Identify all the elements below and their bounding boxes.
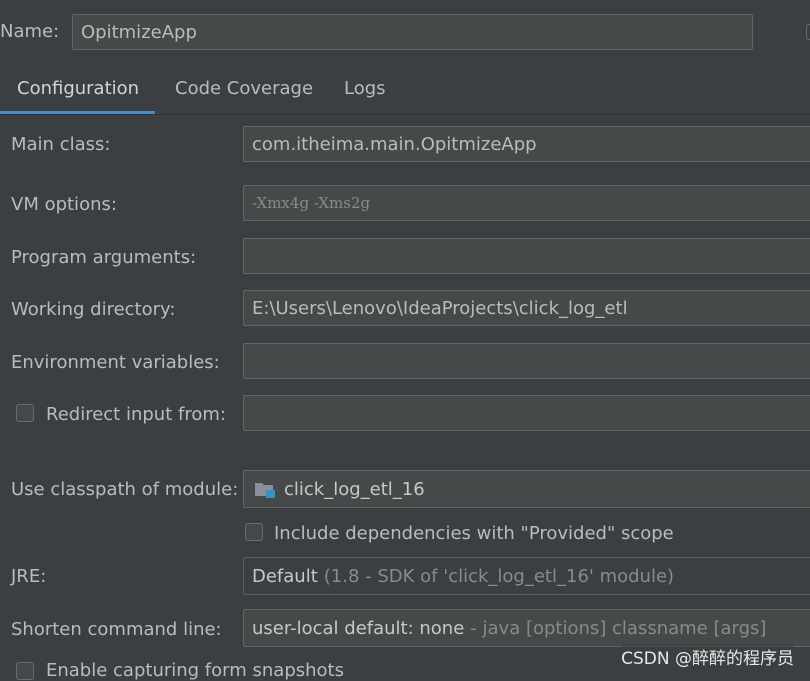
share-checkbox[interactable] [806,24,810,40]
main-class-label: Main class: [11,134,111,155]
main-class-input[interactable]: com.itheima.main.OpitmizeApp [243,126,810,162]
tabs-divider [0,114,810,115]
csdn-watermark: CSDN @醉醉的程序员 [621,644,794,669]
shorten-command-line-select[interactable]: user-local default: none - java [options… [243,609,810,647]
tab-code-coverage-label: Code Coverage [175,78,314,99]
name-input-value: OpitmizeApp [81,21,197,43]
module-folder-icon [254,479,276,499]
program-arguments-input[interactable] [243,238,810,274]
include-provided-label: Include dependencies with "Provided" sco… [274,523,674,544]
vm-options-label: VM options: [11,194,117,215]
redirect-input-label: Redirect input from: [46,404,226,425]
tab-code-coverage[interactable]: Code Coverage [175,78,313,114]
vm-options-value: -Xmx4g -Xms2g [252,194,371,212]
jre-label: JRE: [11,566,47,587]
environment-variables-input[interactable] [243,343,810,379]
enable-capturing-checkbox[interactable] [16,662,34,680]
shorten-command-line-hint: - java [options] classname [args] [470,617,767,639]
main-class-value: com.itheima.main.OpitmizeApp [252,133,537,155]
jre-select[interactable]: Default (1.8 - SDK of 'click_log_etl_16'… [243,557,810,595]
redirect-input-checkbox[interactable] [16,404,34,422]
shorten-command-line-label: Shorten command line: [11,619,222,640]
classpath-module-select[interactable]: click_log_etl_16 [243,470,810,508]
jre-hint: (1.8 - SDK of 'click_log_etl_16' module) [323,565,675,587]
working-directory-value: E:\Users\Lenovo\IdeaProjects\click_log_e… [252,297,628,319]
name-input[interactable]: OpitmizeApp [72,14,753,50]
shorten-command-line-value: user-local default: none [252,617,465,639]
classpath-module-value: click_log_etl_16 [284,478,425,500]
name-label: Name: [0,21,60,42]
redirect-input-field[interactable] [243,395,810,431]
tab-configuration-label: Configuration [17,78,140,99]
working-directory-input[interactable]: E:\Users\Lenovo\IdeaProjects\click_log_e… [243,290,810,326]
environment-variables-label: Environment variables: [11,352,220,373]
tab-logs[interactable]: Logs [344,78,386,114]
classpath-module-label: Use classpath of module: [11,479,239,500]
working-directory-label: Working directory: [11,299,176,320]
program-arguments-label: Program arguments: [11,247,197,268]
tab-configuration[interactable]: Configuration [17,78,139,114]
jre-value: Default [252,565,318,587]
vm-options-input[interactable]: -Xmx4g -Xms2g [243,185,810,221]
tab-logs-label: Logs [344,78,386,99]
enable-capturing-label: Enable capturing form snapshots [46,660,344,681]
include-provided-checkbox[interactable] [245,523,263,541]
